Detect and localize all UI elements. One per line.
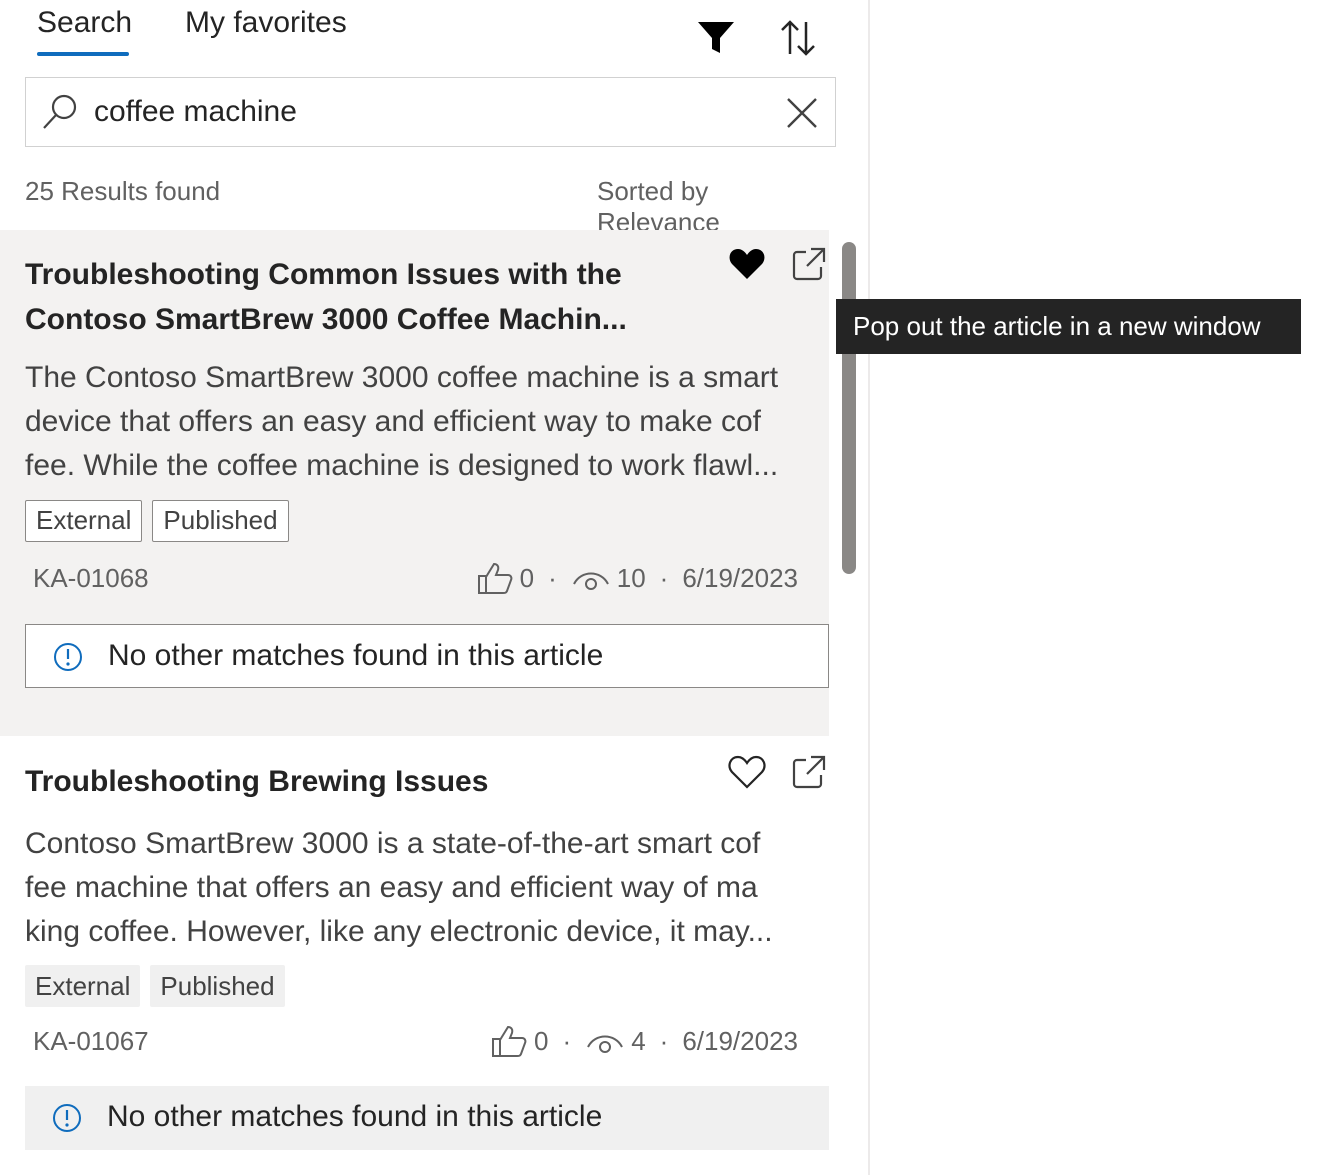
search-input[interactable]: [94, 90, 744, 134]
info-icon: [53, 1104, 81, 1132]
thumbs-up-icon: [477, 562, 512, 594]
article-title[interactable]: Troubleshooting Common Issues with the C…: [25, 252, 725, 342]
favorite-filled-icon[interactable]: [727, 244, 767, 284]
article-card[interactable]: Troubleshooting Common Issues with the C…: [0, 230, 829, 736]
tag-list: External Published: [25, 500, 289, 542]
match-info-bar: No other matches found in this article: [25, 624, 829, 688]
match-message: No other matches found in this article: [108, 639, 604, 672]
article-snippet: The Contoso SmartBrew 3000 coffee machin…: [25, 361, 779, 482]
card-actions: [727, 752, 829, 792]
sort-button[interactable]: [778, 18, 818, 58]
views-icon: [587, 1035, 624, 1053]
tag-published: Published: [150, 965, 285, 1007]
info-icon: [54, 643, 82, 671]
views-count: 4: [631, 1025, 646, 1056]
likes-count: 0: [534, 1025, 549, 1056]
clear-search-icon[interactable]: [784, 95, 820, 131]
match-info-bar: No other matches found in this article: [25, 1086, 829, 1150]
pop-out-tooltip: Pop out the article in a new window: [836, 299, 1301, 354]
article-stats: 0 · 4 · 6/19/2023: [490, 1024, 798, 1058]
tag-external: External: [25, 500, 143, 542]
active-tab-indicator: [37, 52, 129, 56]
article-date: 6/19/2023: [682, 562, 798, 593]
search-icon: [43, 94, 77, 129]
results-count: 25 Results found: [25, 176, 221, 206]
tag-published: Published: [152, 500, 289, 542]
article-id: KA-01068: [33, 563, 149, 593]
views-icon: [572, 572, 609, 590]
tab-my-favorites[interactable]: My favorites: [185, 6, 347, 40]
views-count: 10: [616, 562, 646, 593]
pop-out-icon[interactable]: [789, 752, 829, 792]
article-date: 6/19/2023: [682, 1025, 798, 1056]
article-title[interactable]: Troubleshooting Brewing Issues: [25, 759, 725, 804]
search-box: [25, 77, 836, 147]
tag-list: External Published: [25, 965, 285, 1007]
match-message: No other matches found in this article: [107, 1100, 603, 1133]
filter-icon: [698, 22, 734, 53]
article-snippet: Contoso SmartBrew 3000 is a state-of-the…: [25, 827, 773, 948]
likes-count: 0: [519, 562, 535, 593]
article-id: KA-01067: [33, 1026, 149, 1056]
article-card[interactable]: Troubleshooting Brewing Issues Contoso S…: [0, 738, 829, 1158]
article-stats: 0 · 10 · 6/19/2023: [476, 561, 798, 595]
results-scrollbar[interactable]: [842, 242, 856, 574]
card-actions: [727, 244, 829, 284]
favorite-outline-icon[interactable]: [727, 752, 767, 792]
knowledge-search-panel: Search My favorites 25 Results found Sor…: [0, 0, 870, 1175]
tab-search[interactable]: Search: [37, 6, 132, 40]
thumbs-up-icon: [492, 1025, 527, 1057]
sort-status: Sorted by Relevance: [597, 176, 720, 237]
filter-button[interactable]: [696, 18, 736, 58]
pop-out-icon[interactable]: [789, 244, 829, 284]
sort-icon: [781, 20, 815, 56]
tag-external: External: [25, 965, 141, 1007]
